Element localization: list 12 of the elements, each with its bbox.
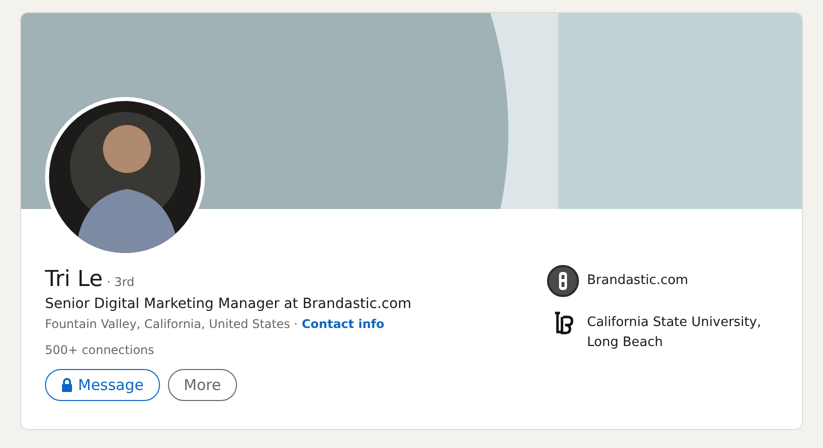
message-button[interactable]: Message — [45, 369, 160, 401]
company-logo-icon — [547, 265, 579, 297]
affiliation-name[interactable]: Brandastic.com — [587, 265, 777, 291]
headline: Senior Digital Marketing Manager at Brandastic.com — [45, 296, 412, 312]
more-button[interactable]: More — [168, 369, 237, 401]
lock-icon — [61, 378, 73, 392]
connection-degree: · 3rd — [106, 275, 134, 289]
contact-info-link[interactable]: Contact info — [302, 317, 384, 331]
profile-name: Tri Le — [45, 267, 103, 292]
affiliation-name[interactable]: California State University, Long Beach — [587, 307, 777, 353]
location: Fountain Valley, California, United States · — [45, 317, 298, 331]
connections-count: 500+ connections — [45, 343, 156, 357]
